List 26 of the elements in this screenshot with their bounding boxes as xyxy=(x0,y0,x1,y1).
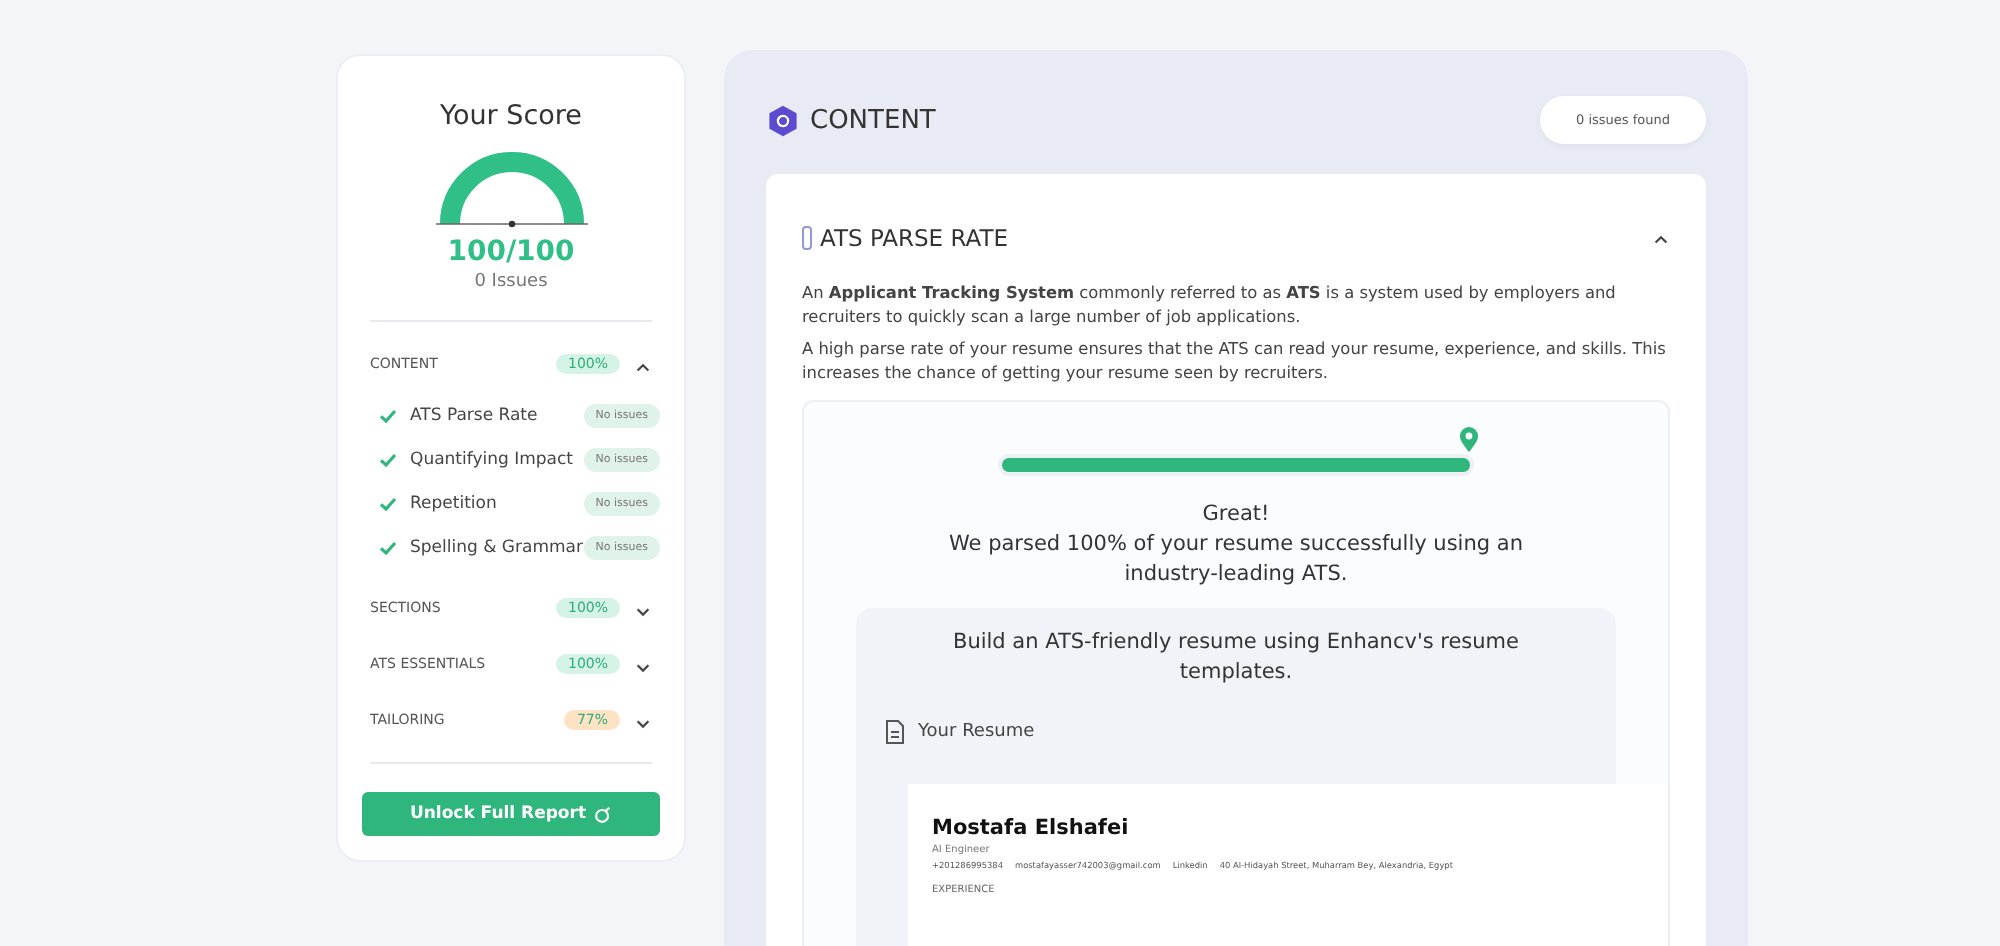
chevron-up-icon[interactable] xyxy=(1652,230,1670,248)
description-text: A high parse rate of your resume ensures that the ATS can read your resume, experience, and skills. This increases the chance of getting your resume seen by recruiters. xyxy=(802,335,1668,385)
check-item[interactable]: Quantifying Impact xyxy=(410,450,584,470)
score-title: Your Score xyxy=(438,100,584,132)
check-item[interactable]: Repetition xyxy=(410,494,584,514)
section-marker xyxy=(802,225,812,249)
hexagon-icon xyxy=(766,103,800,137)
description-text: An Applicant Tracking System commonly referred to as ATS is a system used by employers and recruiters to quickly scan a large number of job applications. xyxy=(802,280,1618,330)
section-title: ATS PARSE RATE xyxy=(820,223,1011,251)
resume-name: Mostafa Elshafei xyxy=(932,815,1131,840)
check-icon xyxy=(378,406,398,426)
document-icon xyxy=(884,719,906,744)
check-icon xyxy=(378,494,398,514)
ring-icon xyxy=(594,805,613,823)
panel-title: CONTENT xyxy=(810,105,938,135)
check-item[interactable]: Spelling & Grammar xyxy=(410,538,584,558)
result-text: We parsed 100% of your resume successfully using an industry-leading ATS. xyxy=(947,529,1525,589)
check-icon xyxy=(378,450,398,470)
issues-count: 0 Issues xyxy=(472,272,550,292)
promo-text: Build an ATS-friendly resume using Enhancv's resume templates. xyxy=(950,628,1521,688)
score-value: 100/100 xyxy=(445,236,577,268)
check-icon xyxy=(378,538,398,558)
resume-label: Your Resume xyxy=(918,721,1035,742)
check-item[interactable]: ATS Parse Rate xyxy=(410,406,584,426)
location-pin-icon xyxy=(1458,426,1480,455)
result-title: Great! xyxy=(1202,502,1270,527)
